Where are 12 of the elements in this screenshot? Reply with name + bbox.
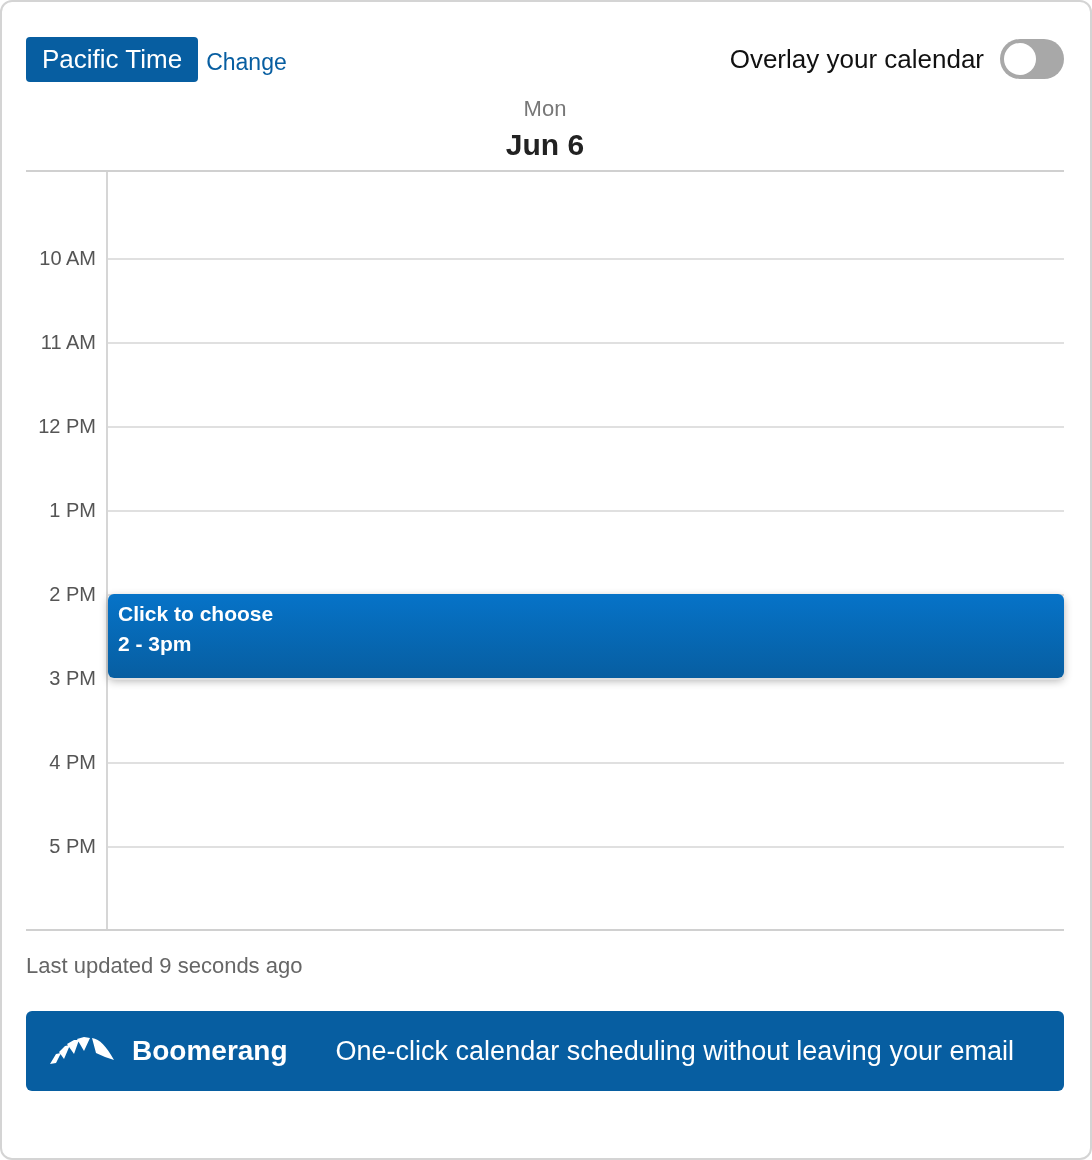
- boomerang-logo-icon: [50, 1036, 116, 1066]
- banner-tagline: One-click calendar scheduling without leaving your email: [335, 1035, 1014, 1067]
- time-slot-button[interactable]: Click to choose 2 - 3pm: [108, 594, 1064, 678]
- overlay-toggle[interactable]: [1000, 39, 1064, 79]
- date-label: Jun 6: [505, 128, 585, 162]
- promo-banner[interactable]: Boomerang One-click calendar scheduling without leaving your email: [26, 1011, 1064, 1091]
- brand-name: Boomerang: [132, 1035, 288, 1067]
- overlay-label: Overlay your calendar: [729, 43, 984, 75]
- last-updated-text: Last updated 9 seconds ago: [26, 953, 304, 979]
- weekday-label: Mon: [523, 96, 567, 122]
- timezone-button[interactable]: Pacific Time: [26, 36, 199, 82]
- change-link[interactable]: Change: [206, 48, 287, 76]
